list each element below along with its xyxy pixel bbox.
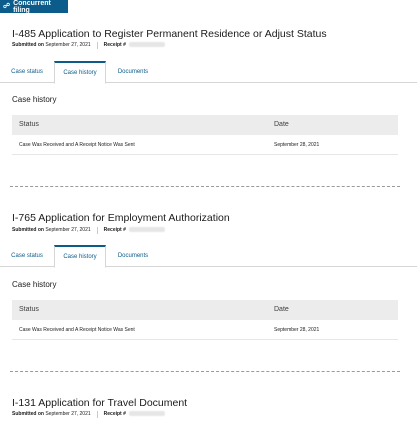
table-header: Status Date [12, 115, 398, 135]
column-header-date: Date [274, 306, 289, 313]
section-divider [10, 371, 400, 372]
concurrent-filing-badge: ☍ Concurrent filing [0, 0, 68, 14]
row-date: September 28, 2021 [274, 327, 320, 333]
tab-case-history[interactable]: Case history [54, 61, 106, 84]
submitted-date: September 27, 2021 [45, 411, 91, 417]
receipt-label: Receipt # [103, 411, 126, 417]
tab-case-status[interactable]: Case status [6, 245, 48, 267]
application-title: I-485 Application to Register Permanent … [12, 28, 327, 40]
application-meta: Submitted on September 27, 2021 Receipt … [12, 411, 165, 418]
table-header: Status Date [12, 300, 398, 320]
application-title: I-131 Application for Travel Document [12, 397, 188, 409]
receipt-label: Receipt # [103, 42, 126, 48]
meta-divider [96, 411, 98, 418]
badge-label: Concurrent filing [13, 0, 51, 14]
row-date: September 28, 2021 [274, 142, 320, 148]
submitted-label: Submitted on [12, 227, 44, 233]
link-icon: ☍ [3, 3, 11, 10]
tab-documents[interactable]: Documents [110, 61, 156, 83]
case-history-table: Status Date Case Was Received and A Rece… [12, 115, 398, 155]
tab-case-history[interactable]: Case history [54, 245, 106, 268]
row-status: Case Was Received and A Receipt Notice W… [19, 327, 135, 333]
row-status: Case Was Received and A Receipt Notice W… [19, 142, 135, 148]
application-meta: Submitted on September 27, 2021 Receipt … [12, 42, 165, 49]
application-tabs: Case status Case history Documents [0, 61, 417, 84]
receipt-label: Receipt # [103, 227, 126, 233]
section-divider [10, 186, 400, 187]
case-history-table: Status Date Case Was Received and A Rece… [12, 300, 398, 340]
application-title: I-765 Application for Employment Authori… [12, 212, 230, 224]
tab-case-status[interactable]: Case status [6, 61, 48, 83]
receipt-number-redacted [128, 411, 165, 416]
submitted-label: Submitted on [12, 42, 44, 48]
section-title: Case history [12, 280, 57, 289]
submitted-label: Submitted on [12, 411, 44, 417]
column-header-status: Status [19, 121, 39, 128]
table-row: Case Was Received and A Receipt Notice W… [12, 320, 398, 340]
submitted-date: September 27, 2021 [45, 227, 91, 233]
receipt-number-redacted [128, 42, 165, 47]
application-tabs: Case status Case history Documents [0, 245, 417, 268]
table-row: Case Was Received and A Receipt Notice W… [12, 135, 398, 155]
application-meta: Submitted on September 27, 2021 Receipt … [12, 227, 165, 234]
meta-divider [96, 42, 98, 49]
meta-divider [96, 227, 98, 234]
submitted-date: September 27, 2021 [45, 42, 91, 48]
tab-documents[interactable]: Documents [110, 245, 156, 267]
column-header-status: Status [19, 306, 39, 313]
section-title: Case history [12, 95, 57, 104]
column-header-date: Date [274, 121, 289, 128]
receipt-number-redacted [128, 227, 165, 232]
